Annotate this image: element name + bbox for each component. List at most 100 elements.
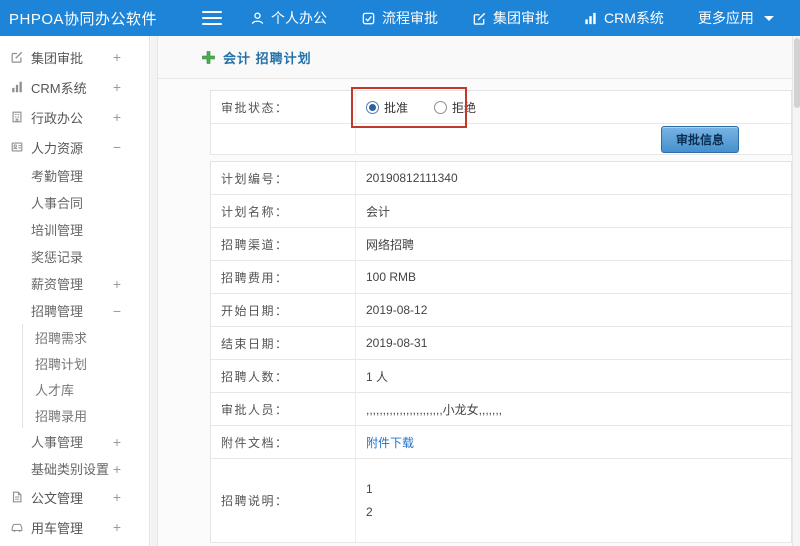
field-label: 附件文档：	[211, 426, 356, 458]
scrollbar[interactable]	[792, 36, 800, 546]
table-row: 招聘说明： 1 2	[211, 459, 791, 543]
sidebar-item-training[interactable]: 培训管理	[0, 216, 149, 243]
field-label: 审批状态：	[211, 91, 356, 123]
sidebar-item-recruit-plan[interactable]: 招聘计划	[22, 350, 149, 376]
process-icon	[362, 12, 375, 24]
field-value: 网络招聘	[366, 237, 415, 252]
table-row: 结束日期： 2019-08-31	[211, 327, 791, 360]
nav-group-approval[interactable]: 集团审批	[470, 4, 551, 32]
expand-icon[interactable]: +	[113, 277, 121, 291]
sidebar-item-documents[interactable]: 公文管理 +	[0, 482, 149, 512]
nav-more-apps[interactable]: 更多应用	[696, 4, 776, 32]
sidebar-item-label: 招聘管理	[31, 304, 84, 319]
nav-label: CRM系统	[604, 10, 664, 26]
reject-radio-input[interactable]	[434, 100, 448, 114]
expand-icon[interactable]: +	[113, 520, 121, 534]
sidebar-gutter	[151, 36, 158, 546]
field-value: 2019-08-31	[366, 336, 428, 350]
table-row: 审批人员： ,,,,,,,,,,,,,,,,,,,,,,,小龙女,,,,,,,	[211, 393, 791, 426]
field-label: 招聘说明：	[211, 459, 356, 542]
approval-info-button[interactable]: 审批信息	[660, 125, 739, 153]
radio-reject[interactable]: 拒绝	[434, 99, 476, 116]
field-value: 100 RMB	[366, 270, 417, 284]
sidebar-item-label: 薪资管理	[31, 277, 84, 292]
table-row: 计划名称： 会计	[211, 195, 791, 228]
expand-icon[interactable]: +	[113, 462, 121, 476]
sidebar-item-label: 人事管理	[31, 435, 84, 450]
app-brand: PHPOA协同办公软件	[9, 10, 158, 28]
approval-form: 审批状态： 批准 拒绝 审批信息 计划编号： 20190812111340 计划…	[210, 87, 792, 543]
sidebar-item-admin-office[interactable]: 行政办公 +	[0, 102, 149, 132]
sidebar-item-rewards[interactable]: 奖惩记录	[0, 243, 149, 270]
page-title: 会计 招聘计划	[223, 50, 312, 66]
nav-label: 个人办公	[271, 10, 327, 26]
sidebar-item-recruit-demand[interactable]: 招聘需求	[22, 324, 149, 350]
field-value: 20190812111340	[366, 171, 458, 185]
sidebar-item-base-category[interactable]: 基础类别设置 +	[0, 455, 149, 482]
nav-label: 集团审批	[493, 10, 549, 26]
field-label: 计划名称：	[211, 195, 356, 227]
sidebar-item-label: 考勤管理	[31, 169, 84, 184]
edit-icon	[473, 12, 486, 25]
field-label: 招聘人数：	[211, 360, 356, 392]
sidebar-item-recruit-hire[interactable]: 招聘录用	[22, 402, 149, 428]
sidebar-item-label: 集团审批	[31, 50, 84, 66]
sidebar-item-recruit-mgmt[interactable]: 招聘管理 −	[0, 297, 149, 324]
sidebar-item-label: 培训管理	[31, 223, 84, 238]
expand-icon[interactable]: +	[113, 50, 121, 64]
menu-icon[interactable]	[202, 11, 222, 25]
nav-process-approval[interactable]: 流程审批	[359, 4, 440, 32]
table-row: 招聘人数： 1 人	[211, 360, 791, 393]
collapse-icon[interactable]: −	[113, 304, 121, 318]
sidebar-item-vehicle[interactable]: 用车管理 +	[0, 512, 149, 542]
sidebar-item-label: 招聘计划	[35, 356, 88, 372]
sidebar-item-label: 公文管理	[31, 490, 84, 506]
sidebar-item-attendance[interactable]: 考勤管理	[0, 162, 149, 189]
field-value: ,,,,,,,,,,,,,,,,,,,,,,,小龙女,,,,,,,	[366, 402, 503, 417]
detail-table: 计划编号： 20190812111340 计划名称： 会计 招聘渠道： 网络招聘…	[210, 161, 792, 543]
sidebar-item-label: 招聘录用	[35, 408, 88, 424]
empty-label-cell	[211, 124, 356, 154]
expand-icon[interactable]: +	[113, 490, 121, 504]
expand-icon[interactable]: +	[113, 110, 121, 124]
expand-icon[interactable]: +	[113, 80, 121, 94]
sidebar-item-personnel-mgmt[interactable]: 人事管理 +	[0, 428, 149, 455]
radio-label: 批准	[384, 100, 409, 115]
field-value: 1 人	[366, 369, 389, 384]
approve-radio-input[interactable]	[366, 100, 379, 114]
table-row: 招聘渠道： 网络招聘	[211, 228, 791, 261]
sidebar-item-label: 人力资源	[31, 140, 84, 156]
nav-label: 流程审批	[382, 10, 438, 26]
car-icon	[11, 523, 23, 532]
sidebar-item-hr-contract[interactable]: 人事合同	[0, 189, 149, 216]
sidebar-item-talent-pool[interactable]: 人才库	[22, 376, 149, 402]
status-table: 审批状态： 批准 拒绝 审批信息	[210, 87, 792, 155]
radio-approve[interactable]: 批准	[366, 99, 408, 116]
edit-icon	[11, 51, 23, 63]
sidebar-item-label: 行政办公	[31, 110, 84, 126]
table-row: 开始日期： 2019-08-12	[211, 294, 791, 327]
nav-personal-office[interactable]: 个人办公	[248, 4, 329, 32]
sidebar-item-group-approval[interactable]: 集团审批 +	[0, 42, 149, 72]
sidebar-item-salary[interactable]: 薪资管理 +	[0, 270, 149, 297]
building-icon	[12, 111, 22, 123]
attachment-download-link[interactable]: 附件下载	[366, 434, 414, 451]
field-label: 审批人员：	[211, 393, 356, 425]
collapse-icon[interactable]: −	[113, 140, 121, 154]
nav-crm-system[interactable]: CRM系统	[581, 4, 666, 32]
sidebar-item-hr[interactable]: 人力资源 −	[0, 132, 149, 162]
sidebar-item-label: 基础类别设置	[31, 462, 110, 477]
field-label: 开始日期：	[211, 294, 356, 326]
sidebar-item-label: 奖惩记录	[31, 250, 84, 265]
table-row: 招聘费用： 100 RMB	[211, 261, 791, 294]
sidebar: 集团审批 + CRM系统 + 行政办公 + 人力资源 − 考勤管理 人事合同 培…	[0, 36, 150, 546]
scrollbar-thumb[interactable]	[793, 38, 800, 108]
description-line: 2	[366, 505, 373, 519]
document-icon	[12, 491, 22, 503]
expand-icon[interactable]: +	[113, 435, 121, 449]
sidebar-item-crm[interactable]: CRM系统 +	[0, 72, 149, 102]
person-icon	[251, 11, 264, 24]
field-value: 2019-08-12	[366, 303, 428, 317]
sidebar-item-label: CRM系统	[31, 80, 87, 96]
chart-icon	[12, 81, 22, 93]
